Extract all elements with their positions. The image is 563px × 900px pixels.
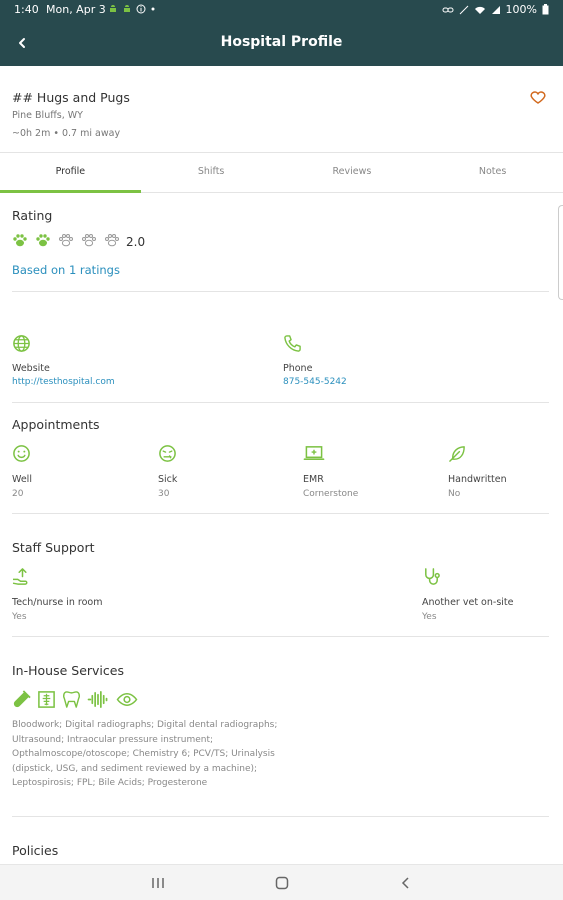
recent-apps-button[interactable]: [148, 873, 168, 893]
dot-icon: [151, 7, 155, 11]
appointment-label: EMR: [303, 474, 324, 485]
page-title: Hospital Profile: [220, 34, 343, 50]
divider: [12, 636, 549, 637]
phone-link[interactable]: 875-545-5242: [283, 377, 347, 387]
appointment-label: Handwritten: [448, 474, 507, 485]
hospital-distance: ~0h 2m • 0.7 mi away: [12, 128, 121, 139]
hand-upload-icon: [12, 568, 28, 585]
appointment-label: Well: [12, 474, 32, 485]
tab-reviews[interactable]: Reviews: [282, 153, 423, 192]
system-nav-bar: [0, 864, 563, 900]
appointment-value: 30: [158, 489, 170, 499]
ratings-count-link[interactable]: Based on 1 ratings: [12, 263, 120, 277]
policies-title: Policies: [12, 843, 59, 858]
appointment-value: 20: [12, 489, 24, 499]
eye-icon: [116, 693, 138, 706]
in-house-services-title: In-House Services: [12, 663, 124, 678]
info-icon: [136, 4, 146, 14]
paw-empty-icon: [105, 234, 119, 247]
test-tube-icon: [13, 690, 31, 708]
divider: [12, 816, 549, 817]
appointment-value: No: [448, 489, 461, 499]
stethoscope-icon: [425, 568, 440, 585]
paw-filled-icon: [13, 234, 27, 247]
tooth-icon: [63, 691, 80, 708]
tab-notes[interactable]: Notes: [422, 153, 563, 192]
appointment-label: Sick: [158, 474, 178, 485]
divider: [12, 402, 549, 403]
system-back-button[interactable]: [396, 873, 416, 893]
status-time: 1:40: [14, 3, 39, 16]
appointment-value: Cornerstone: [303, 489, 359, 499]
link-icon: [442, 7, 454, 12]
smile-icon: [13, 445, 30, 462]
back-arrow-icon: [401, 877, 409, 889]
radiograph-icon: [38, 691, 55, 708]
staff-support-label: Tech/nurse in room: [12, 597, 103, 608]
appointments-title: Appointments: [12, 417, 100, 432]
paw-filled-icon: [36, 234, 50, 247]
website-link[interactable]: http://testhospital.com: [12, 377, 115, 387]
staff-support-value: Yes: [422, 612, 437, 622]
tab-shifts[interactable]: Shifts: [141, 153, 282, 192]
sick-face-icon: [159, 445, 176, 462]
rating-title: Rating: [12, 208, 53, 223]
website-label: Website: [12, 363, 50, 374]
paw-empty-icon: [59, 234, 73, 247]
phone-label: Phone: [283, 363, 313, 374]
favorite-button[interactable]: [529, 88, 547, 106]
hospital-header: ## Hugs and Pugs Pine Bluffs, WY ~0h 2m …: [0, 66, 563, 153]
hospital-location: Pine Bluffs, WY: [12, 110, 83, 121]
ultrasound-wave-icon: [87, 691, 108, 708]
paw-rating: [12, 233, 120, 247]
phone-icon: [284, 335, 301, 352]
divider: [12, 513, 549, 514]
laptop-plus-icon: [303, 446, 325, 461]
tab-bar: Profile Shifts Reviews Notes: [0, 153, 563, 193]
heart-icon: [530, 91, 546, 104]
recents-icon: [152, 878, 164, 888]
feather-icon: [449, 446, 465, 462]
status-date: Mon, Apr 3: [46, 3, 106, 16]
rating-value: 2.0: [126, 235, 146, 249]
globe-icon: [13, 335, 30, 352]
scroll-handle[interactable]: [558, 205, 563, 300]
status-bar: 1:40 Mon, Apr 3 100%: [0, 0, 563, 20]
android-icon: [110, 5, 116, 12]
staff-support-title: Staff Support: [12, 540, 95, 555]
staff-support-value: Yes: [12, 612, 27, 622]
cell-signal-icon: [491, 5, 500, 14]
hospital-name: ## Hugs and Pugs: [12, 90, 130, 105]
wifi-icon: [474, 6, 485, 14]
paw-empty-icon: [82, 234, 96, 247]
home-button[interactable]: [272, 873, 292, 893]
tab-profile[interactable]: Profile: [0, 153, 141, 193]
battery-icon: [542, 4, 549, 15]
battery-level: 100%: [505, 3, 537, 16]
home-icon: [275, 876, 289, 890]
services-description: Bloodwork; Digital radiographs; Digital …: [12, 720, 278, 788]
app-bar: Hospital Profile: [0, 20, 563, 66]
staff-support-label: Another vet on-site: [422, 597, 514, 608]
divider: [12, 291, 549, 292]
signal-off-icon: [459, 5, 468, 14]
android-icon: [124, 5, 130, 12]
